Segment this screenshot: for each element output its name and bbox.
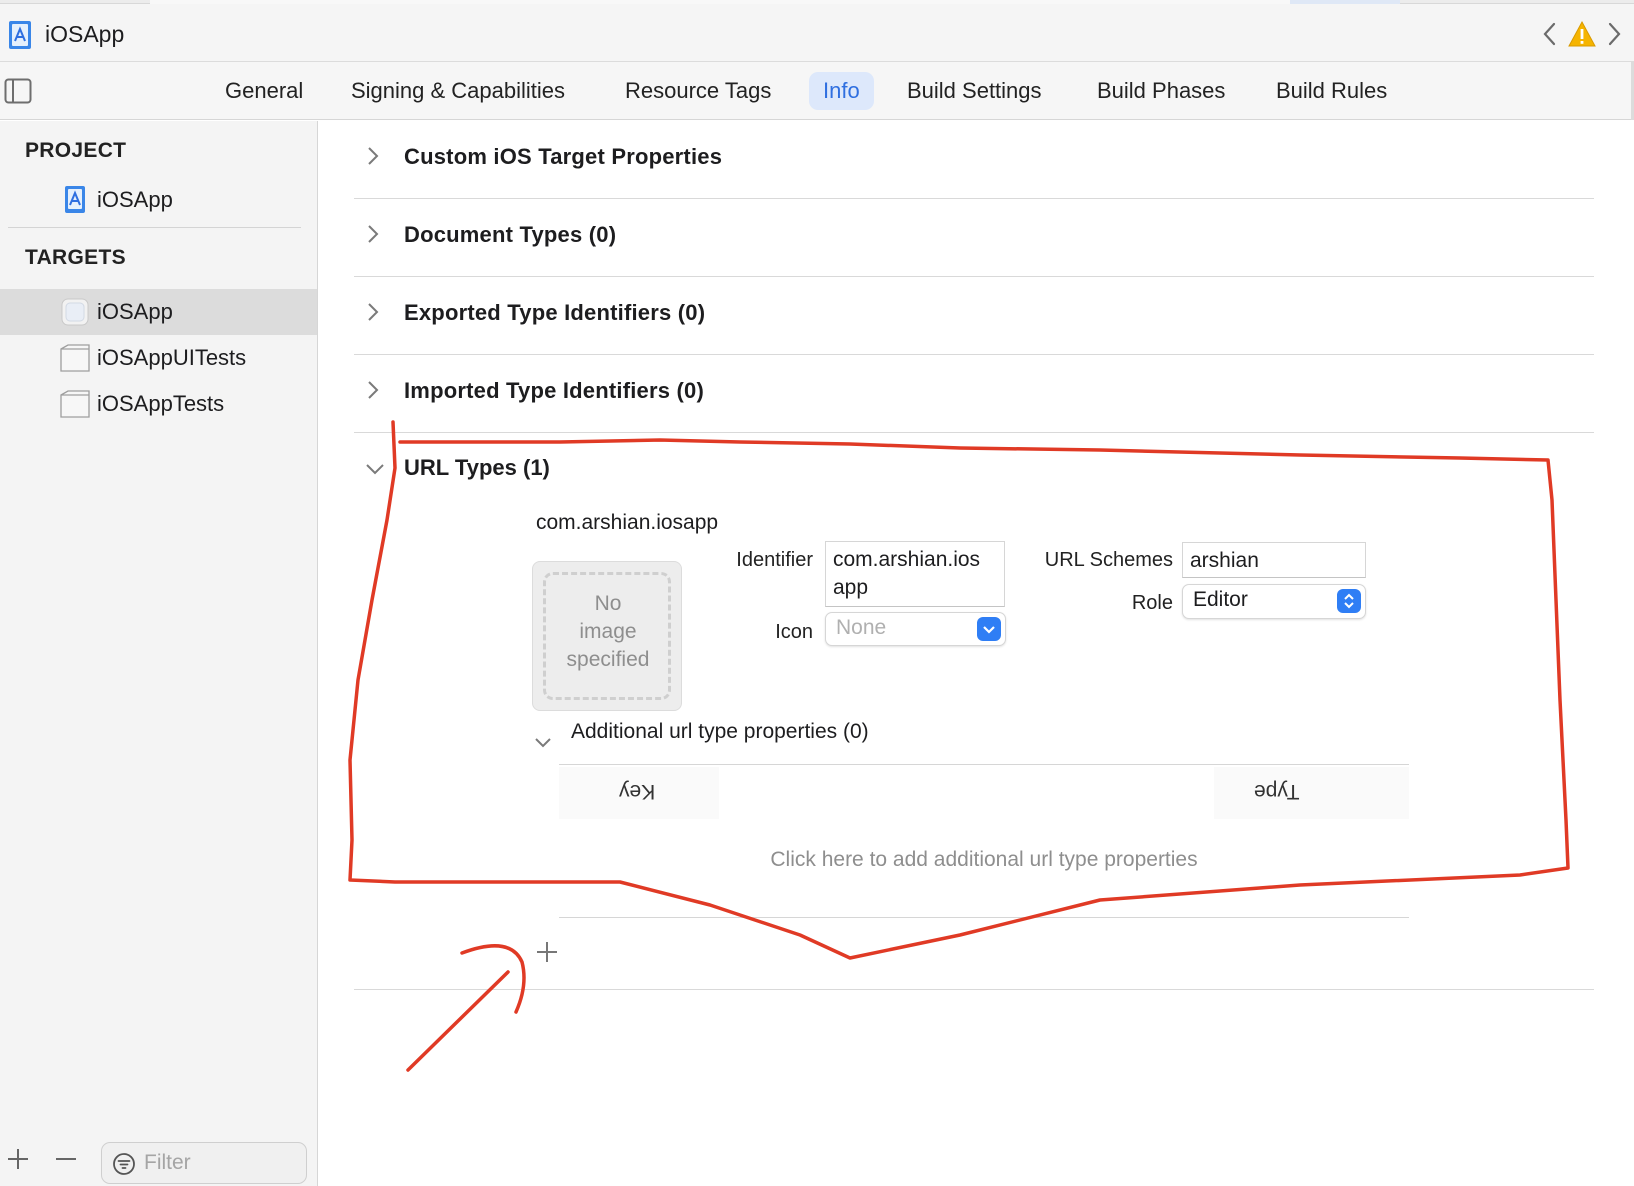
chevron-down-icon <box>977 617 1001 641</box>
project-file-icon <box>60 186 90 214</box>
warning-triangle-icon[interactable] <box>1568 20 1596 48</box>
section-document-types[interactable]: Document Types (0) <box>354 199 1594 277</box>
no-image-placeholder: No image specified <box>533 590 683 674</box>
title-bar: iOSApp <box>0 4 1634 62</box>
chevron-right-icon[interactable] <box>364 379 382 401</box>
test-bundle-icon <box>60 344 90 372</box>
add-url-type-plus-icon[interactable] <box>535 940 559 964</box>
plus-icon[interactable] <box>6 1147 30 1171</box>
tab-build-rules[interactable]: Build Rules <box>1262 72 1401 110</box>
tab-resource-tags[interactable]: Resource Tags <box>611 72 785 110</box>
placeholder-line: No <box>594 592 622 615</box>
tab-build-settings[interactable]: Build Settings <box>893 72 1056 110</box>
section-exported-type-identifiers[interactable]: Exported Type Identifiers (0) <box>354 277 1594 355</box>
sidebar-item-label: iOSAppUITests <box>97 345 247 370</box>
chevron-right-icon[interactable] <box>1604 20 1624 48</box>
column-header-label: Type <box>1254 780 1300 803</box>
chevron-right-icon[interactable] <box>364 145 382 167</box>
tab-signing-capabilities[interactable]: Signing & Capabilities <box>337 72 579 110</box>
section-divider <box>354 989 1594 990</box>
sidebar-item-label: iOSAppTests <box>97 391 225 416</box>
targets-section-header: TARGETS <box>25 246 126 269</box>
chevron-right-icon[interactable] <box>364 223 382 245</box>
icon-label: Icon <box>775 621 813 643</box>
chevron-down-icon[interactable] <box>533 735 553 751</box>
section-custom-ios-target-properties[interactable]: Custom iOS Target Properties <box>354 121 1594 199</box>
url-types-title[interactable]: URL Types (1) <box>404 455 550 481</box>
identifier-field[interactable]: com.arshian.ios app <box>825 541 1005 607</box>
icon-popup[interactable]: None <box>825 612 1006 646</box>
tab-info[interactable]: Info <box>809 72 874 110</box>
filter-icon <box>112 1152 136 1176</box>
url-schemes-label: URL Schemes <box>1044 549 1173 571</box>
url-schemes-field[interactable]: arshian <box>1182 542 1366 578</box>
section-title: Custom iOS Target Properties <box>404 144 723 169</box>
app-icon <box>8 20 34 50</box>
tab-general[interactable]: General <box>211 72 317 110</box>
chevron-right-icon[interactable] <box>364 301 382 323</box>
additional-properties-title[interactable]: Additional url type properties (0) <box>571 720 869 744</box>
identifier-value-line: app <box>833 576 869 599</box>
filter-input[interactable] <box>144 1143 294 1183</box>
placeholder-line: image <box>579 620 637 643</box>
section-title: Document Types (0) <box>404 222 617 247</box>
url-schemes-value: arshian <box>1190 549 1259 572</box>
table-divider <box>559 917 1409 918</box>
add-properties-hint[interactable]: Click here to add additional url type pr… <box>559 848 1409 872</box>
chevron-left-icon[interactable] <box>1540 20 1560 48</box>
identifier-label: Identifier <box>736 549 813 571</box>
editor-tab-bar: General Signing & Capabilities Resource … <box>0 62 1634 120</box>
url-type-entry-name: com.arshian.iosapp <box>536 511 719 534</box>
sidebar-item-project-iosapp[interactable]: iOSApp <box>0 177 317 223</box>
section-imported-type-identifiers[interactable]: Imported Type Identifiers (0) <box>354 355 1594 433</box>
role-popup-value: Editor <box>1193 588 1248 611</box>
identifier-value-line: com.arshian.ios <box>833 548 981 571</box>
icon-popup-value: None <box>836 616 887 639</box>
column-header-type[interactable]: Type <box>1214 767 1409 819</box>
sidebar-toggle-icon[interactable] <box>4 78 32 104</box>
sidebar-divider <box>8 227 301 228</box>
role-popup[interactable]: Editor <box>1182 584 1366 619</box>
sidebar-item-target-iosapptests[interactable]: iOSAppTests <box>0 381 317 427</box>
sidebar-item-label: iOSApp <box>97 187 173 212</box>
column-header-key[interactable]: Key <box>559 767 719 819</box>
test-bundle-icon <box>60 390 90 418</box>
app-target-icon <box>60 298 90 326</box>
column-header-label: Key <box>619 780 656 803</box>
placeholder-line: specified <box>566 648 650 671</box>
tab-build-phases[interactable]: Build Phases <box>1083 72 1239 110</box>
minus-icon[interactable] <box>54 1147 78 1171</box>
section-title: Exported Type Identifiers (0) <box>404 300 706 325</box>
role-label: Role <box>1131 592 1173 614</box>
info-editor: Custom iOS Target Properties Document Ty… <box>319 121 1634 1186</box>
filter-field[interactable] <box>101 1142 307 1184</box>
sidebar-item-target-iosapp[interactable]: iOSApp <box>0 289 317 335</box>
sidebar-item-target-iosappuitests[interactable]: iOSAppUITests <box>0 335 317 381</box>
project-navigator-sidebar: PROJECT iOSApp TARGETS iOSApp iOSAppUITe… <box>0 121 318 1186</box>
project-section-header: PROJECT <box>25 139 127 162</box>
sidebar-item-label: iOSApp <box>97 299 173 324</box>
table-divider <box>559 764 1409 765</box>
window-title: iOSApp <box>45 21 125 47</box>
url-type-image-well[interactable]: No image specified <box>532 561 682 711</box>
section-title: Imported Type Identifiers (0) <box>404 378 704 403</box>
chevron-down-icon[interactable] <box>364 460 386 478</box>
up-down-arrows-icon <box>1337 589 1361 613</box>
